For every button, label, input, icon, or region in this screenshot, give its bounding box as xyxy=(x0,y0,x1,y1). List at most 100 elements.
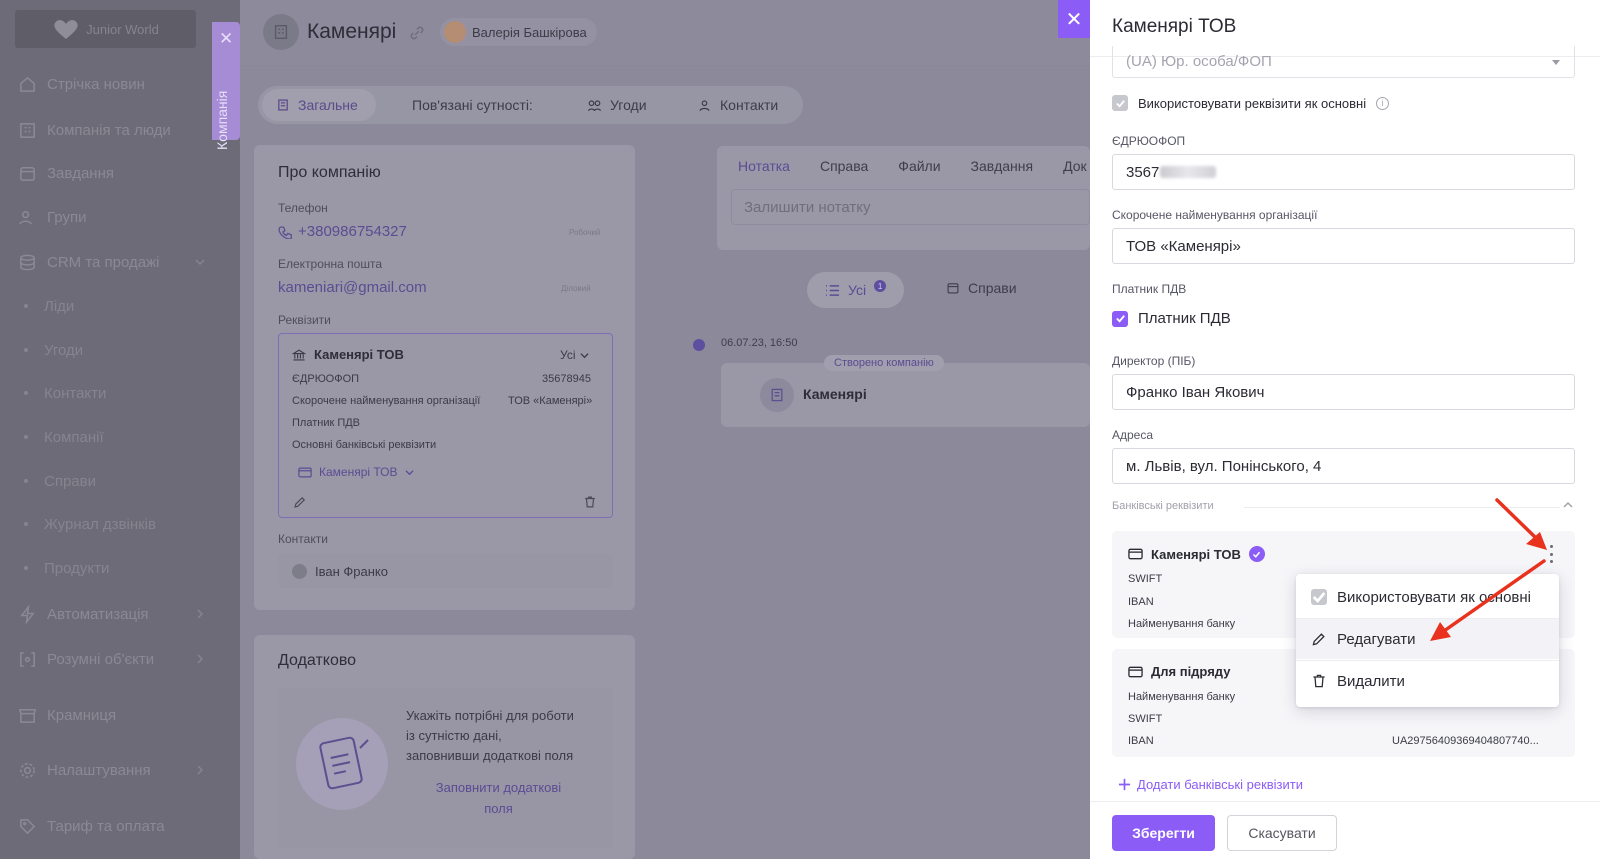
nav-label: Завдання xyxy=(47,164,114,182)
menu-item-use-as-main[interactable]: Використовувати як основні xyxy=(1296,577,1559,617)
tab-label: Пов'язані сутності: xyxy=(412,97,533,113)
trash-icon xyxy=(1313,674,1325,688)
link-icon[interactable] xyxy=(408,24,426,42)
bank-name: Для підряду xyxy=(1151,664,1231,679)
email-link[interactable]: kameniari@gmail.com xyxy=(278,279,427,296)
nav-sub-deals[interactable]: Угоди xyxy=(24,339,83,361)
iban-value: UA29756409369404807740... xyxy=(1392,735,1539,747)
additional-title: Додатково xyxy=(278,652,357,669)
tab-note[interactable]: Нотатка xyxy=(738,158,790,174)
tab-general[interactable]: Загальне xyxy=(262,89,376,121)
cancel-button[interactable]: Скасувати xyxy=(1227,815,1337,851)
company-side-tab[interactable]: ✕ Компанія xyxy=(212,22,240,150)
home-icon xyxy=(20,76,35,92)
edrpou-input[interactable]: 3567 xyxy=(1112,154,1575,190)
use-as-main-row[interactable]: Використовувати реквізити як основні i xyxy=(1112,95,1390,111)
heart-logo-icon xyxy=(54,20,78,39)
close-drawer-button[interactable]: ✕ xyxy=(1058,0,1090,38)
tab-deals[interactable]: Угоди xyxy=(587,97,647,113)
director-input[interactable]: Франко Іван Якович xyxy=(1112,374,1575,410)
short-name-input[interactable]: ТОВ «Каменярі» xyxy=(1112,228,1575,264)
bank-card-title: Каменярі ТОВ xyxy=(1128,546,1265,562)
nav-sub-call-log[interactable]: Журнал дзвінків xyxy=(24,513,156,535)
check-icon xyxy=(1115,315,1125,323)
timeline-dot xyxy=(693,339,705,351)
nav-item-settings[interactable]: Налаштування xyxy=(18,758,151,782)
address-input[interactable]: м. Львів, вул. Понінського, 4 xyxy=(1112,448,1575,484)
phone-value: +380986754327 xyxy=(298,223,407,240)
more-vertical-icon[interactable] xyxy=(1548,545,1554,563)
chevron-down-icon[interactable] xyxy=(195,257,205,267)
chevron-up-icon[interactable] xyxy=(1563,500,1573,510)
nav-label: Справи xyxy=(44,472,96,490)
page-title: Каменярі xyxy=(307,20,397,43)
bullet-icon xyxy=(24,566,28,570)
bullet-icon xyxy=(24,391,28,395)
event-tag: Створено компанію xyxy=(824,355,944,371)
nav-item-smart-objects[interactable]: Розумні об'єкти xyxy=(18,647,154,671)
pencil-icon[interactable] xyxy=(293,495,307,509)
tab-contacts[interactable]: Контакти xyxy=(697,97,778,113)
nav-label: Угоди xyxy=(44,341,84,359)
nav-item-tariff[interactable]: Тариф та оплата xyxy=(18,814,165,838)
nav-item-automation[interactable]: Автоматизація xyxy=(18,602,149,626)
requisite-filter[interactable]: Усі xyxy=(560,348,589,362)
feed-filter-all[interactable]: Усі 1 xyxy=(807,272,905,308)
tab-label: Контакти xyxy=(720,97,779,113)
related-entities-label: Пов'язані сутності: xyxy=(412,97,533,113)
trash-icon[interactable] xyxy=(583,495,597,509)
bracket-icon xyxy=(20,651,35,667)
chevron-right-icon[interactable] xyxy=(195,609,205,619)
checkbox-checked[interactable] xyxy=(1112,310,1128,327)
nav-sub-leads[interactable]: Ліди xyxy=(24,295,74,317)
nav-label: Стрічка новин xyxy=(47,75,145,93)
user-icon xyxy=(699,99,710,111)
nav-item-store[interactable]: Крамниця xyxy=(18,703,116,727)
menu-item-delete[interactable]: Видалити xyxy=(1296,661,1559,701)
tab-documents[interactable]: Док xyxy=(1063,158,1087,174)
chevron-right-icon[interactable] xyxy=(195,765,205,775)
contact-chip[interactable]: Іван Франко xyxy=(278,554,613,588)
vat-checkbox-row[interactable]: Платник ПДВ xyxy=(1112,310,1231,327)
feed-filter-cases[interactable]: Справи xyxy=(946,280,1017,296)
bank-row: Найменування банку xyxy=(1128,691,1236,703)
nav-sub-products[interactable]: Продукти xyxy=(24,557,109,579)
bullet-icon xyxy=(24,435,28,439)
nav-sub-contacts[interactable]: Контакти xyxy=(24,382,106,404)
info-icon[interactable]: i xyxy=(1376,96,1390,110)
short-name-value: ТОВ «Каменярі» xyxy=(508,395,593,407)
nav-item-news[interactable]: Стрічка новин xyxy=(18,72,145,96)
logo[interactable]: Junior World xyxy=(15,10,196,48)
nav-item-company-people[interactable]: Компанія та люди xyxy=(18,118,171,142)
nav-item-crm[interactable]: CRM та продажі xyxy=(18,250,159,274)
chevron-right-icon[interactable] xyxy=(195,654,205,664)
close-icon: ✕ xyxy=(1065,8,1083,31)
nav-item-tasks[interactable]: Завдання xyxy=(18,161,114,185)
entity-type-select[interactable]: (UA) Юр. особа/ФОП xyxy=(1112,46,1575,78)
save-button[interactable]: Зберегти xyxy=(1112,815,1215,851)
bank-card-title: Для підряду xyxy=(1128,664,1230,679)
checkbox-disabled xyxy=(1311,589,1327,605)
filter-label: Справи xyxy=(968,280,1017,296)
bank-row: Найменування банку xyxy=(1128,618,1236,630)
tab-tasks[interactable]: Завдання xyxy=(971,158,1034,174)
building-icon xyxy=(274,24,288,40)
add-bank-requisites-link[interactable]: Додати банківські реквізити xyxy=(1118,777,1303,792)
menu-label: Використовувати як основні xyxy=(1337,588,1531,606)
checkbox-disabled[interactable] xyxy=(1112,95,1128,111)
edrpou-label: ЄДРЮОФОП xyxy=(1112,134,1186,148)
nav-label: Журнал дзвінків xyxy=(44,515,156,533)
nav-sub-cases[interactable]: Справи xyxy=(24,470,96,492)
filter-label: Усі xyxy=(848,282,867,298)
bank-link[interactable]: Каменярі ТОВ xyxy=(298,465,414,479)
tab-case[interactable]: Справа xyxy=(820,158,868,174)
tab-files[interactable]: Файли xyxy=(898,158,940,174)
fill-extra-fields-link[interactable]: Заповнити додаткові поля xyxy=(406,777,591,819)
menu-item-edit[interactable]: Редагувати xyxy=(1296,619,1559,659)
note-input[interactable]: Залишити нотатку xyxy=(731,189,1090,225)
phone-link[interactable]: +380986754327 xyxy=(278,223,407,240)
bullet-icon xyxy=(24,304,28,308)
nav-item-groups[interactable]: Групи xyxy=(18,205,86,229)
responsible-user[interactable]: Валерія Башкірова xyxy=(440,18,597,46)
nav-sub-companies[interactable]: Компанії xyxy=(24,426,104,448)
